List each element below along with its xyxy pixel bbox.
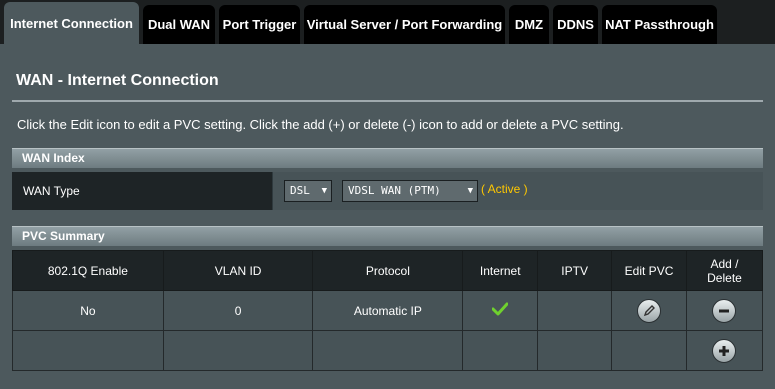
cell-vlan-id: 0 xyxy=(162,290,314,331)
chevron-down-icon: ▼ xyxy=(467,186,473,196)
cell-internet xyxy=(462,290,539,331)
col-iptv: IPTV xyxy=(537,250,613,291)
delete-icon[interactable] xyxy=(712,298,737,323)
add-icon[interactable] xyxy=(712,338,737,363)
cell-empty xyxy=(537,330,613,371)
chevron-down-icon: ▼ xyxy=(321,186,327,196)
edit-icon[interactable] xyxy=(637,298,662,323)
col-internet: Internet xyxy=(462,250,539,291)
pvc-table: 802.1Q Enable VLAN ID Protocol Internet … xyxy=(12,250,764,371)
tab-dmz[interactable]: DMZ xyxy=(509,5,549,44)
cell-iptv xyxy=(537,290,613,331)
cell-enable: No xyxy=(12,290,164,331)
cell-empty xyxy=(162,330,314,371)
tab-port-trigger[interactable]: Port Trigger xyxy=(219,5,300,44)
cell-add xyxy=(685,330,764,371)
tab-virtual-server[interactable]: Virtual Server / Port Forwarding xyxy=(304,5,505,44)
wan-type-value: DSL ▼ VDSL WAN (PTM) ▼ ( Active ) xyxy=(273,172,763,210)
col-vlan-id: VLAN ID xyxy=(162,250,314,291)
pvc-header-row: 802.1Q Enable VLAN ID Protocol Internet … xyxy=(12,250,764,291)
tab-internet-connection[interactable]: Internet Connection xyxy=(4,2,139,44)
tab-bar: Internet Connection Dual WAN Port Trigge… xyxy=(0,0,775,44)
pvc-summary-header: PVC Summary xyxy=(12,226,763,246)
cell-edit xyxy=(611,290,687,331)
col-edit-pvc: Edit PVC xyxy=(611,250,687,291)
wan-mode-select[interactable]: VDSL WAN (PTM) ▼ xyxy=(342,180,478,202)
table-row-add xyxy=(12,330,764,371)
cell-delete xyxy=(685,290,764,331)
title-divider xyxy=(12,100,763,102)
status-active: ( Active ) xyxy=(481,182,528,196)
cell-empty xyxy=(12,330,164,371)
cell-protocol: Automatic IP xyxy=(312,290,464,331)
col-add-delete: Add / Delete xyxy=(685,250,764,291)
col-protocol: Protocol xyxy=(312,250,464,291)
cell-empty xyxy=(312,330,464,371)
tab-nat-passthrough[interactable]: NAT Passthrough xyxy=(602,5,717,44)
col-8021q-enable: 802.1Q Enable xyxy=(12,250,164,291)
page-description: Click the Edit icon to edit a PVC settin… xyxy=(17,117,624,132)
tab-dual-wan[interactable]: Dual WAN xyxy=(143,5,215,44)
wan-mode-select-value: VDSL WAN (PTM) xyxy=(348,184,441,197)
wan-type-select-value: DSL xyxy=(290,184,310,197)
cell-empty xyxy=(462,330,539,371)
wan-type-label: WAN Type xyxy=(12,172,272,210)
content-panel: WAN - Internet Connection Click the Edit… xyxy=(0,44,775,389)
tab-ddns[interactable]: DDNS xyxy=(553,5,598,44)
cell-empty xyxy=(611,330,687,371)
wan-type-row: WAN Type DSL ▼ VDSL WAN (PTM) ▼ ( Active… xyxy=(12,172,763,210)
page-title: WAN - Internet Connection xyxy=(16,72,219,89)
check-icon xyxy=(491,302,509,316)
wan-type-select[interactable]: DSL ▼ xyxy=(284,180,332,202)
table-row: No 0 Automatic IP xyxy=(12,290,764,331)
wan-index-header: WAN Index xyxy=(12,148,763,168)
